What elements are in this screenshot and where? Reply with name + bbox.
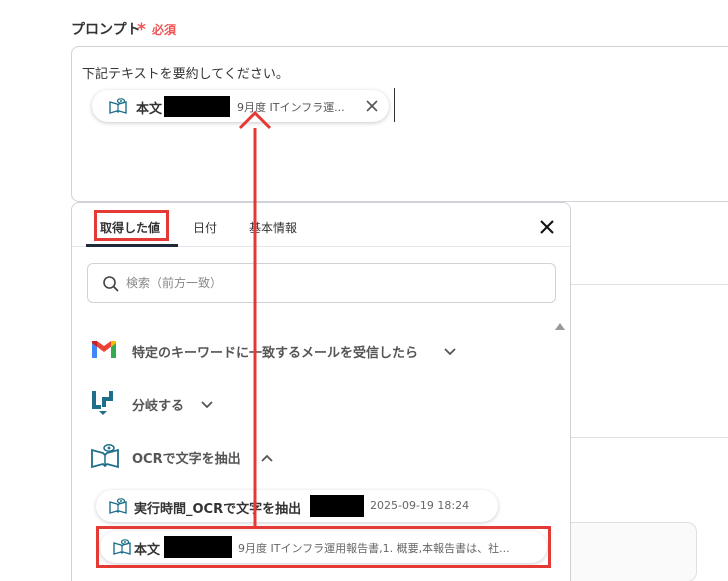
chevron-down-icon <box>443 344 457 363</box>
background-divider <box>571 284 728 285</box>
tab-date[interactable]: 日付 <box>193 219 217 236</box>
redaction-block <box>310 495 364 517</box>
section-label: OCRで文字を抽出 <box>132 452 241 467</box>
item-highlight-box <box>96 526 551 568</box>
required-text: 必須 <box>152 23 177 37</box>
section-label: 分岐する <box>132 399 185 414</box>
gmail-icon <box>90 336 118 366</box>
field-label: プロンプト <box>71 22 141 38</box>
search-icon <box>102 275 120 297</box>
search-input[interactable] <box>126 273 526 293</box>
text-caret <box>394 88 395 122</box>
search-box <box>87 263 556 303</box>
section-ocr[interactable]: OCRで文字を抽出 <box>90 442 510 472</box>
item-name: 実行時間_OCRで文字を抽出 <box>134 502 302 517</box>
section-gmail-trigger[interactable]: 特定のキーワードに一致するメールを受信したら <box>90 336 510 366</box>
background-divider <box>571 437 728 438</box>
section-branch[interactable]: 分岐する <box>90 389 510 419</box>
ocr-book-icon <box>108 497 128 519</box>
ocr-book-icon <box>108 97 128 119</box>
chip-value: 9月度 ITインフラ運... <box>237 101 345 114</box>
redaction-block <box>164 96 230 117</box>
active-tab-indicator <box>86 244 178 247</box>
required-star: * <box>137 20 146 40</box>
chip-name: 本文 <box>136 102 163 117</box>
branch-icon <box>90 389 118 421</box>
variable-chip[interactable]: 本文 9月度 ITインフラ運... <box>92 90 389 122</box>
item-value: 2025-09-19 18:24 <box>370 499 470 512</box>
scroll-up-arrow-icon[interactable] <box>555 323 565 330</box>
background-card <box>562 522 697 581</box>
chevron-up-icon <box>260 450 274 469</box>
section-label: 特定のキーワードに一致するメールを受信したら <box>132 346 419 361</box>
chip-close-icon[interactable] <box>364 98 380 114</box>
chevron-down-icon <box>200 397 214 416</box>
value-picker-panel: 取得した値 日付 基本情報 特定のキーワードに一致するメールを受信したら <box>71 202 571 581</box>
close-icon[interactable] <box>538 218 556 236</box>
ocr-book-icon <box>90 442 120 474</box>
tab-basic-info[interactable]: 基本情報 <box>249 219 297 236</box>
tab-highlight-box <box>94 210 169 241</box>
value-item-execution-time[interactable]: 実行時間_OCRで文字を抽出 2025-09-19 18:24 <box>96 490 498 522</box>
prompt-text: 下記テキストを要約してください。 <box>82 67 289 82</box>
